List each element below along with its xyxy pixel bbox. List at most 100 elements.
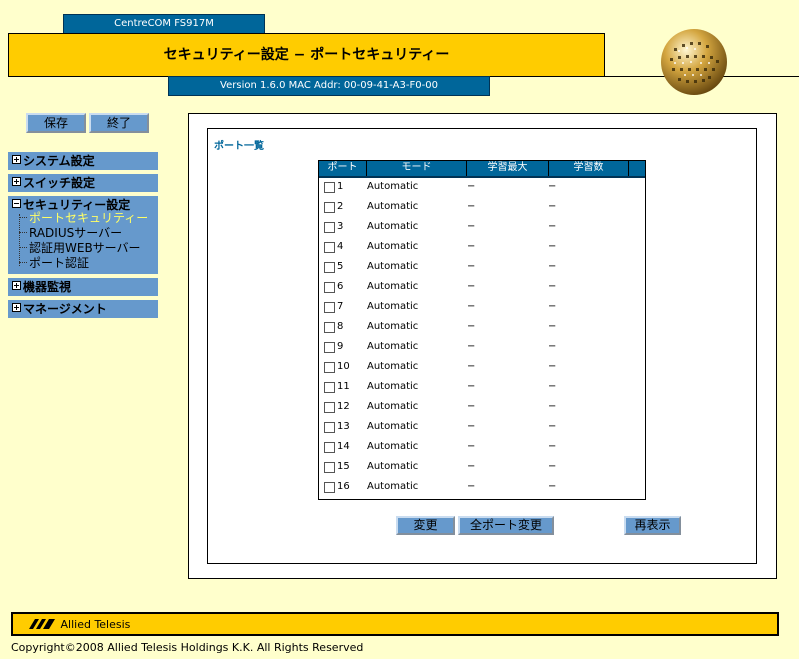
- port-checkbox[interactable]: [324, 222, 335, 233]
- port-mode: Automatic: [367, 441, 419, 452]
- port-checkbox[interactable]: [324, 302, 335, 313]
- port-number: 11: [337, 381, 350, 392]
- port-number: 1: [337, 181, 344, 192]
- port-checkbox[interactable]: [324, 362, 335, 373]
- port-checkbox[interactable]: [324, 342, 335, 353]
- page-title: セキュリティー設定 − ポートセキュリティー: [8, 33, 605, 77]
- port-number: 16: [337, 481, 350, 492]
- port-mode: Automatic: [367, 181, 419, 192]
- table-row: 10 Automatic − −: [319, 359, 645, 379]
- table-row: 9 Automatic − −: [319, 339, 645, 359]
- table-row: 3 Automatic − −: [319, 219, 645, 239]
- port-checkbox[interactable]: [324, 482, 335, 493]
- learn-max: −: [467, 401, 476, 412]
- port-checkbox[interactable]: [324, 382, 335, 393]
- menu-system-settings[interactable]: システム設定: [8, 152, 158, 170]
- table-row: 5 Automatic − −: [319, 259, 645, 279]
- port-mode: Automatic: [367, 261, 419, 272]
- globe-logo-icon: [660, 28, 728, 96]
- learn-count: −: [548, 341, 557, 352]
- table-row: 8 Automatic − −: [319, 319, 645, 339]
- port-checkbox[interactable]: [324, 202, 335, 213]
- port-number: 3: [337, 221, 344, 232]
- menu-management[interactable]: マネージメント: [8, 300, 158, 318]
- section-title: ポート一覧: [214, 141, 264, 152]
- port-checkbox[interactable]: [324, 282, 335, 293]
- port-mode: Automatic: [367, 321, 419, 332]
- exit-button[interactable]: 終了: [89, 113, 149, 133]
- learn-max: −: [467, 381, 476, 392]
- port-checkbox[interactable]: [324, 442, 335, 453]
- table-row: 1 Automatic − −: [319, 179, 645, 199]
- port-checkbox[interactable]: [324, 322, 335, 333]
- submenu-radius-server[interactable]: RADIUSサーバー: [19, 226, 122, 241]
- learn-max: −: [467, 321, 476, 332]
- port-number: 15: [337, 461, 350, 472]
- port-mode: Automatic: [367, 381, 419, 392]
- submenu-auth-web-server[interactable]: 認証用WEBサーバー: [19, 241, 141, 256]
- menu-security-group: セキュリティー設定 ポートセキュリティー RADIUSサーバー 認証用WEBサー…: [8, 196, 158, 274]
- port-checkbox[interactable]: [324, 182, 335, 193]
- port-number: 6: [337, 281, 344, 292]
- port-checkbox[interactable]: [324, 242, 335, 253]
- learn-max: −: [467, 261, 476, 272]
- change-all-ports-button[interactable]: 全ポート変更: [458, 516, 554, 535]
- learn-max: −: [467, 341, 476, 352]
- learn-count: −: [548, 381, 557, 392]
- footer-bar: Allied Telesis: [11, 612, 779, 636]
- learn-count: −: [548, 401, 557, 412]
- learn-max: −: [467, 421, 476, 432]
- port-mode: Automatic: [367, 201, 419, 212]
- port-number: 8: [337, 321, 344, 332]
- port-number: 2: [337, 201, 344, 212]
- port-checkbox[interactable]: [324, 402, 335, 413]
- column-header-count: 学習数: [549, 161, 629, 176]
- table-row: 11 Automatic − −: [319, 379, 645, 399]
- menu-device-monitoring[interactable]: 機器監視: [8, 278, 158, 296]
- port-mode: Automatic: [367, 281, 419, 292]
- change-button[interactable]: 変更: [396, 516, 455, 535]
- port-checkbox[interactable]: [324, 462, 335, 473]
- refresh-button[interactable]: 再表示: [624, 516, 681, 535]
- table-row: 6 Automatic − −: [319, 279, 645, 299]
- learn-max: −: [467, 181, 476, 192]
- learn-count: −: [548, 261, 557, 272]
- learn-max: −: [467, 221, 476, 232]
- learn-count: −: [548, 241, 557, 252]
- port-mode: Automatic: [367, 481, 419, 492]
- brand-logo: Allied Telesis: [27, 617, 130, 633]
- learn-max: −: [467, 441, 476, 452]
- learn-max: −: [467, 481, 476, 492]
- port-mode: Automatic: [367, 341, 419, 352]
- menu-switch-settings[interactable]: スイッチ設定: [8, 174, 158, 192]
- table-row: 4 Automatic − −: [319, 239, 645, 259]
- learn-max: −: [467, 241, 476, 252]
- brand-name: Allied Telesis: [60, 618, 131, 631]
- learn-count: −: [548, 421, 557, 432]
- table-row: 12 Automatic − −: [319, 399, 645, 419]
- learn-count: −: [548, 221, 557, 232]
- save-button[interactable]: 保存: [26, 113, 86, 133]
- learn-count: −: [548, 461, 557, 472]
- table-row: 14 Automatic − −: [319, 439, 645, 459]
- submenu-port-security[interactable]: ポートセキュリティー: [19, 211, 148, 226]
- port-checkbox[interactable]: [324, 262, 335, 273]
- port-checkbox[interactable]: [324, 422, 335, 433]
- learn-count: −: [548, 301, 557, 312]
- learn-count: −: [548, 321, 557, 332]
- version-info: Version 1.6.0 MAC Addr: 00-09-41-A3-F0-0…: [168, 76, 490, 96]
- allied-telesis-logo-icon: [29, 619, 55, 629]
- port-mode: Automatic: [367, 421, 419, 432]
- expand-icon: [12, 177, 21, 186]
- port-mode: Automatic: [367, 401, 419, 412]
- port-mode: Automatic: [367, 241, 419, 252]
- table-row: 2 Automatic − −: [319, 199, 645, 219]
- expand-icon: [12, 303, 21, 312]
- learn-count: −: [548, 181, 557, 192]
- expand-icon: [12, 155, 21, 164]
- learn-max: −: [467, 281, 476, 292]
- submenu-port-auth[interactable]: ポート認証: [19, 256, 89, 271]
- port-table: ポート モード 学習最大 学習数 1 Automatic − − 2 Automatic −…: [318, 160, 646, 500]
- port-number: 4: [337, 241, 344, 252]
- port-number: 13: [337, 421, 350, 432]
